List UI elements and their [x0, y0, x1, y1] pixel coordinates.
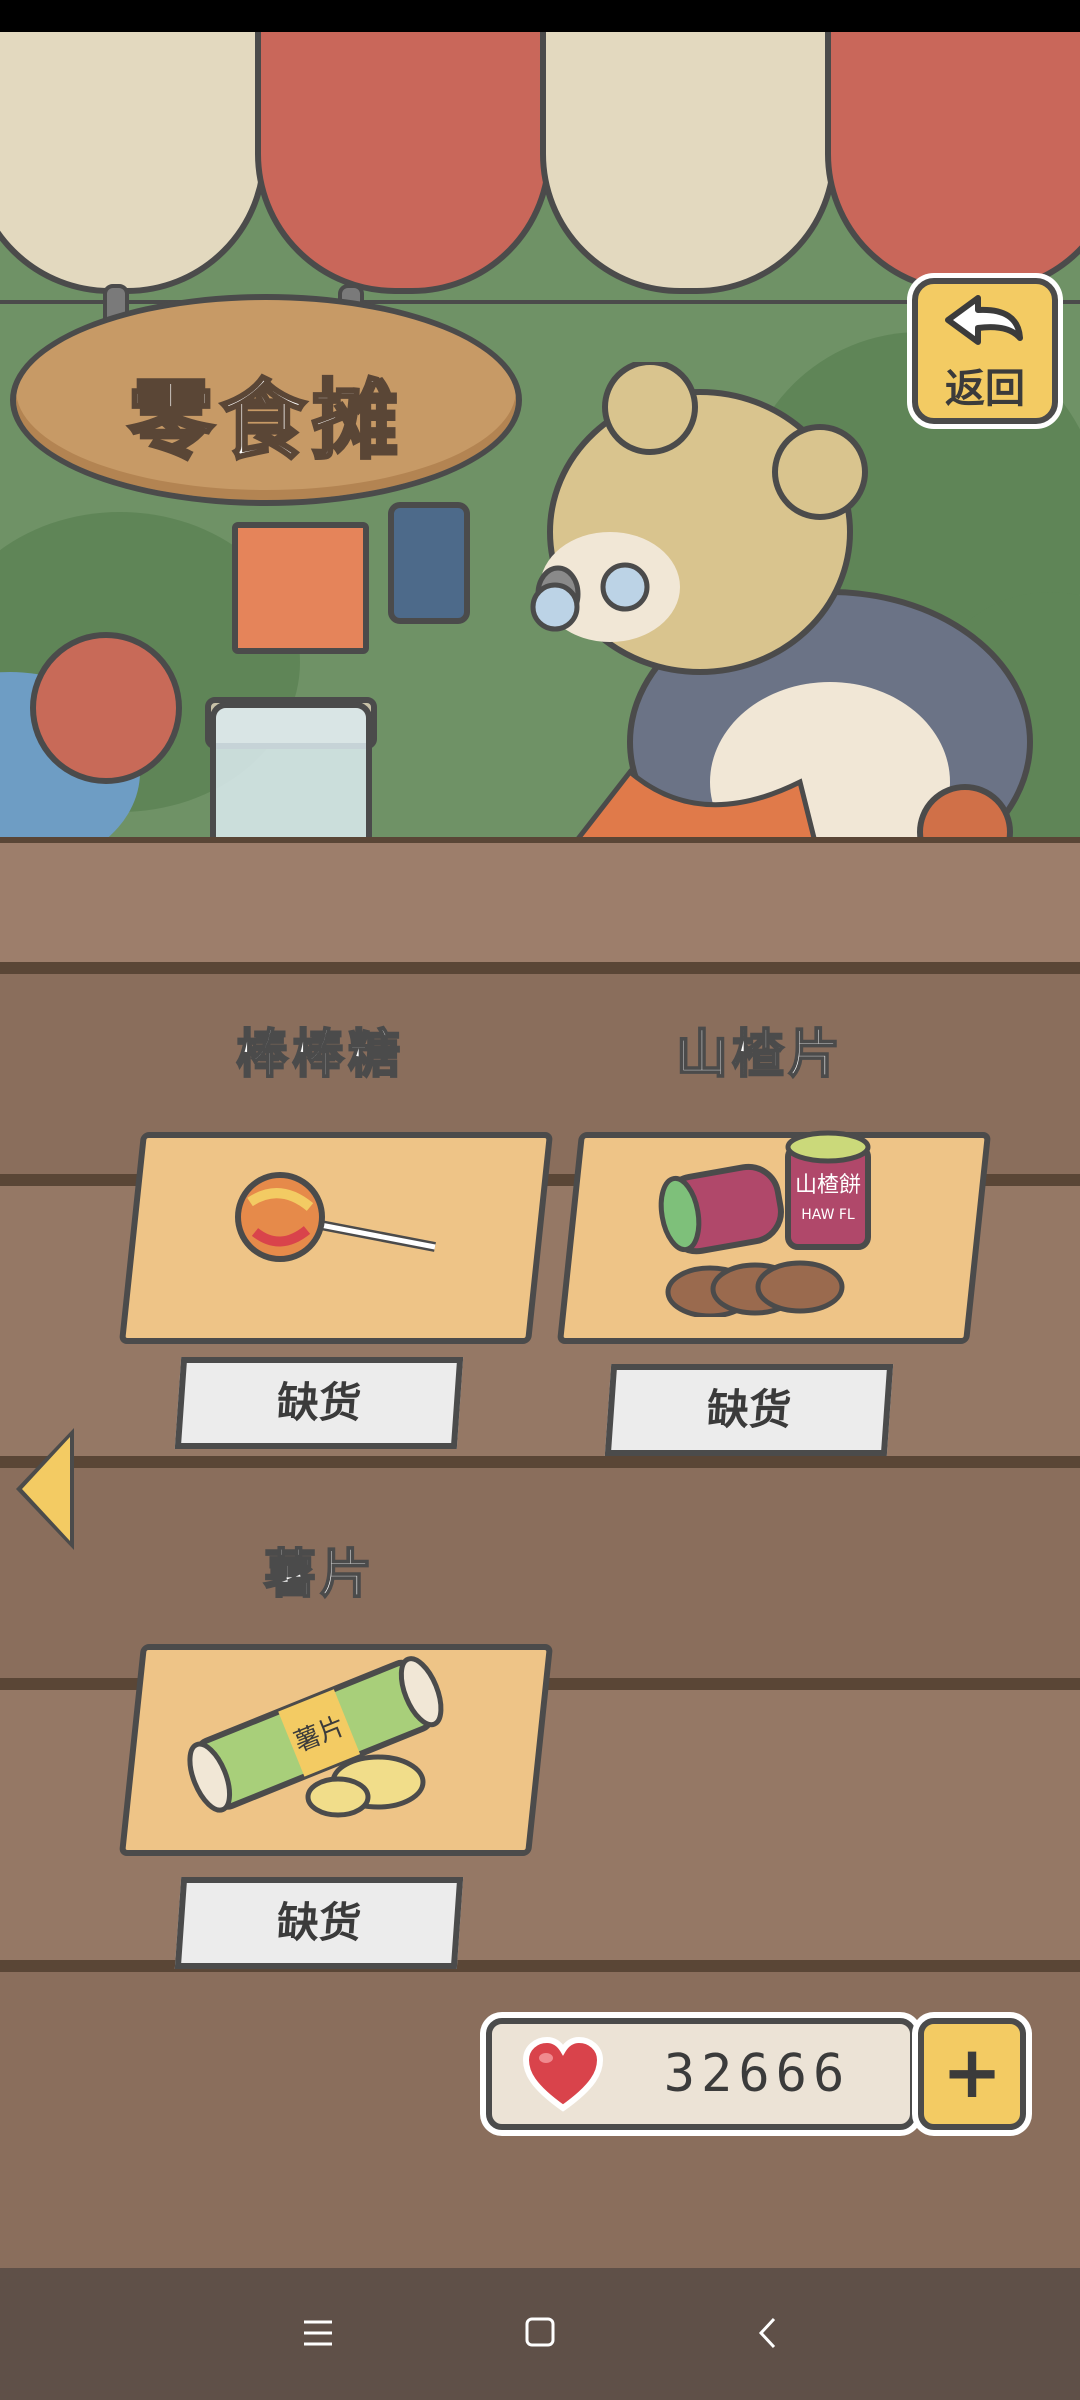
back-nav-icon[interactable]	[728, 2298, 808, 2368]
stall-sign: 零食摊	[10, 294, 522, 506]
can-brand-text: 山楂餅	[795, 1173, 861, 1198]
lollipop-icon	[235, 1172, 436, 1262]
out-of-stock-label: 缺货	[174, 1877, 464, 1969]
snack-bag	[232, 522, 369, 654]
prev-page-arrow-icon[interactable]	[22, 1437, 70, 1541]
heart-currency-display: 32666	[486, 2018, 916, 2130]
game-scene: 零食摊 返回 棒棒糖 缺货 山楂片 山楂餅 HAW FL 缺货 薯片 薯片 缺货…	[0, 32, 1080, 2268]
out-of-stock-label: 缺货	[604, 1364, 894, 1456]
potato-chips-icon: 薯片	[187, 1656, 444, 1818]
menu-icon[interactable]	[278, 2298, 358, 2368]
can-sub-text: HAW FL	[801, 1207, 855, 1223]
awning-stripe	[825, 32, 1080, 294]
item-name: 薯片	[263, 1544, 376, 1606]
awning	[0, 32, 1080, 294]
status-bar	[0, 0, 1080, 32]
home-icon[interactable]	[500, 2298, 580, 2368]
awning-stripe	[255, 32, 552, 294]
item-name: 棒棒糖	[235, 1024, 404, 1086]
counter-top	[0, 837, 1080, 979]
awning-stripe	[0, 32, 267, 294]
shelf-divider	[0, 962, 1080, 974]
lantern-icon	[388, 502, 470, 624]
back-arrow-icon	[945, 295, 1023, 345]
awning-stripe	[540, 32, 837, 294]
mole-shopkeeper	[530, 362, 1033, 882]
shelf-divider	[0, 1456, 1080, 1468]
heart-count: 32666	[663, 2044, 851, 2104]
add-currency-button[interactable]: +	[918, 2018, 1026, 2130]
back-button[interactable]: 返回	[912, 278, 1058, 424]
candy-decoration	[30, 632, 182, 784]
item-name: 山楂片	[675, 1024, 844, 1086]
out-of-stock-label: 缺货	[174, 1357, 464, 1449]
stall-title: 零食摊	[127, 370, 404, 473]
heart-icon	[522, 2036, 604, 2112]
shelf-divider	[0, 1960, 1080, 1972]
system-nav-bar	[0, 2268, 1080, 2400]
back-label: 返回	[945, 366, 1025, 412]
hawthorn-flakes-icon: 山楂餅 HAW FL	[658, 1130, 871, 1317]
